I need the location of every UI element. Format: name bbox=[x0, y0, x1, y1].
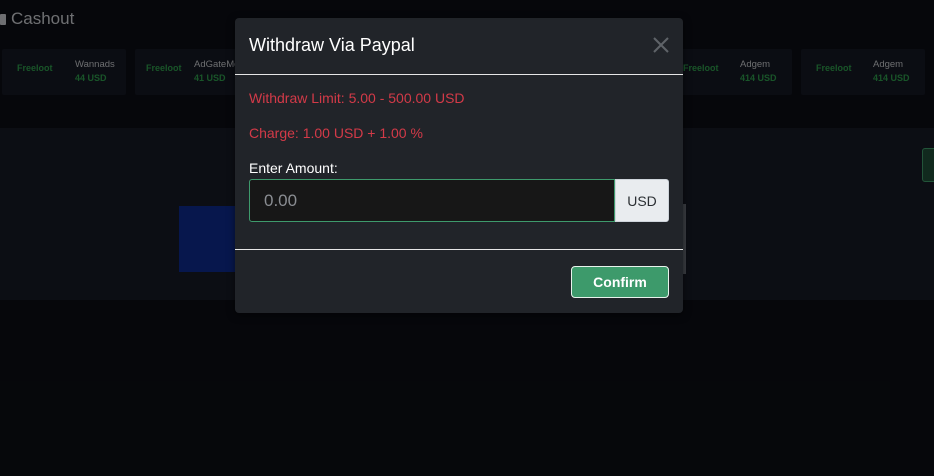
modal-title: Withdraw Via Paypal bbox=[249, 35, 415, 55]
modal-header: Withdraw Via Paypal bbox=[235, 18, 683, 75]
currency-addon: USD bbox=[615, 179, 669, 222]
amount-input-group: USD bbox=[249, 179, 669, 222]
withdraw-modal: Withdraw Via Paypal Withdraw Limit: 5.00… bbox=[235, 18, 683, 313]
charge-text: Charge: 1.00 USD + 1.00 % bbox=[249, 125, 423, 141]
amount-label: Enter Amount: bbox=[249, 160, 338, 176]
modal-footer-divider bbox=[235, 249, 683, 250]
withdraw-limit-text: Withdraw Limit: 5.00 - 500.00 USD bbox=[249, 90, 465, 106]
scrollbar[interactable] bbox=[683, 204, 686, 274]
amount-input[interactable] bbox=[249, 179, 615, 222]
confirm-button[interactable]: Confirm bbox=[571, 266, 669, 298]
close-icon[interactable] bbox=[651, 34, 671, 56]
